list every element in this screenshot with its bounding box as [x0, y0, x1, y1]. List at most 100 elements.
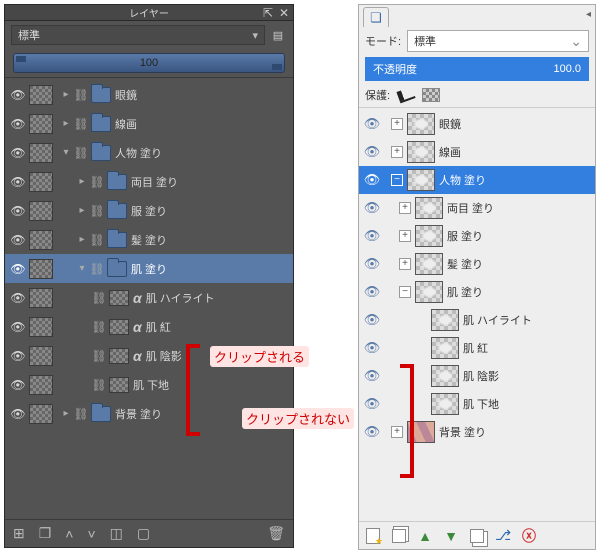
new-layer-icon[interactable]: ⊞ — [13, 525, 25, 542]
panel-footer: ▲ ▼ ⎇ ⓧ — [359, 521, 595, 549]
lock-icon[interactable]: ⛓ — [75, 88, 87, 102]
expand-icon[interactable]: ▾ — [61, 147, 71, 158]
layers-tab-icon[interactable]: ❏ — [363, 7, 389, 27]
visibility-icon[interactable]: 👁 — [363, 172, 381, 188]
layer-row[interactable]: 👁 ▾ ⛓ 肌 塗り — [5, 254, 293, 283]
pin-icon[interactable]: ⇱ — [261, 6, 275, 20]
lock-icon[interactable]: ⛓ — [91, 175, 103, 189]
layer-label: 眼鏡 — [439, 116, 461, 132]
lock-icon[interactable]: ⛓ — [91, 233, 103, 247]
blend-mode-select[interactable]: 標準 — [11, 25, 265, 45]
layer-row[interactable]: 👁−人物 塗り — [359, 166, 595, 194]
visibility-icon[interactable]: 👁 — [363, 284, 381, 300]
layer-row[interactable]: 👁▸⛓服 塗り — [5, 196, 293, 225]
visibility-icon[interactable]: 👁 — [11, 291, 25, 305]
blend-mode-select[interactable]: 標準 — [407, 30, 589, 52]
new-group-icon[interactable]: ❐ — [39, 525, 52, 542]
layer-row[interactable]: 👁▸⛓線画 — [5, 109, 293, 138]
expand-icon[interactable]: + — [399, 258, 411, 270]
visibility-icon[interactable]: 👁 — [11, 233, 25, 247]
move-down-icon[interactable]: ˅ — [87, 526, 95, 542]
expand-icon[interactable]: + — [399, 230, 411, 242]
layer-row[interactable]: 👁⛓α肌 ハイライト — [5, 283, 293, 312]
layer-row[interactable]: 👁+線画 — [359, 138, 595, 166]
visibility-icon[interactable]: 👁 — [11, 204, 25, 218]
move-up-icon[interactable]: ˄ — [65, 526, 73, 542]
layer-row[interactable]: 👁肌 紅 — [359, 334, 595, 362]
expand-icon[interactable]: ▾ — [77, 263, 87, 274]
layer-label: 肌 塗り — [131, 261, 167, 277]
layer-row[interactable]: 👁▾⛓人物 塗り — [5, 138, 293, 167]
visibility-icon[interactable]: 👁 — [363, 116, 381, 132]
duplicate-layer-icon[interactable] — [469, 528, 485, 544]
anchor-layer-icon[interactable]: ⎇ — [495, 528, 511, 544]
lock-icon[interactable]: ⛓ — [91, 204, 103, 218]
blend-mode-value: 標準 — [18, 27, 40, 43]
opacity-slider[interactable]: 100 — [13, 53, 285, 73]
expand-icon[interactable]: + — [391, 118, 403, 130]
visibility-icon[interactable]: 👁 — [11, 320, 25, 334]
visibility-icon[interactable]: 👁 — [11, 175, 25, 189]
panel-titlebar[interactable]: レイヤー ⇱ ✕ — [5, 5, 293, 21]
move-down-icon[interactable]: ▼ — [443, 528, 459, 544]
layer-row[interactable]: 👁+服 塗り — [359, 222, 595, 250]
lock-icon[interactable]: ⛓ — [75, 407, 87, 421]
expand-icon[interactable]: + — [399, 202, 411, 214]
layer-row[interactable]: 👁 肌 ハイライト — [359, 306, 595, 334]
visibility-icon[interactable]: 👁 — [363, 200, 381, 216]
options-icon[interactable]: ▤ — [269, 26, 287, 44]
lock-alpha-icon[interactable] — [422, 88, 440, 102]
layer-thumbnail — [29, 317, 53, 337]
expand-icon[interactable]: − — [399, 286, 411, 298]
expand-icon[interactable]: ▸ — [61, 89, 71, 100]
visibility-icon[interactable]: 👁 — [11, 117, 25, 131]
layer-tree[interactable]: 👁▸⛓眼鏡👁▸⛓線画👁▾⛓人物 塗り👁▸⛓両目 塗り👁▸⛓服 塗り👁▸⛓髪 塗り… — [5, 77, 293, 519]
layer-row[interactable]: 👁 + 眼鏡 — [359, 110, 595, 138]
panel-menu-icon[interactable]: ◂ — [586, 9, 591, 20]
visibility-icon[interactable]: 👁 — [11, 146, 25, 160]
layer-row[interactable]: 👁▸⛓両目 塗り — [5, 167, 293, 196]
opacity-slider[interactable]: 不透明度 100.0 — [365, 57, 589, 81]
visibility-icon[interactable]: 👁 — [363, 312, 381, 328]
lock-icon[interactable]: ⛓ — [91, 262, 103, 276]
expand-icon[interactable]: ▸ — [61, 408, 71, 419]
new-group-icon[interactable] — [391, 528, 407, 544]
lock-icon[interactable]: ⛓ — [93, 378, 105, 392]
expand-icon[interactable]: + — [391, 146, 403, 158]
expand-icon[interactable]: ▸ — [77, 205, 87, 216]
lock-icon[interactable]: ⛓ — [93, 291, 105, 305]
visibility-icon[interactable]: 👁 — [363, 144, 381, 160]
visibility-icon[interactable]: 👁 — [11, 378, 25, 392]
layer-row[interactable]: 👁+髪 塗り — [359, 250, 595, 278]
visibility-icon[interactable]: 👁 — [11, 349, 25, 363]
lock-icon[interactable]: ⛓ — [93, 349, 105, 363]
layer-row[interactable]: 👁⛓α肌 紅 — [5, 312, 293, 341]
expand-icon[interactable]: ▸ — [77, 176, 87, 187]
expand-icon[interactable]: − — [391, 174, 403, 186]
expand-icon[interactable]: ▸ — [61, 118, 71, 129]
move-up-icon[interactable]: ▲ — [417, 528, 433, 544]
lock-icon[interactable]: ⛓ — [75, 146, 87, 160]
delete-layer-icon[interactable]: 🗑 — [267, 525, 285, 542]
delete-layer-icon[interactable]: ⓧ — [521, 528, 537, 544]
layer-row[interactable]: 👁▸⛓眼鏡 — [5, 80, 293, 109]
expand-icon[interactable]: ▸ — [77, 234, 87, 245]
layer-row[interactable]: 👁+両目 塗り — [359, 194, 595, 222]
new-layer-icon[interactable] — [365, 528, 381, 544]
layer-label: 肌 ハイライト — [463, 312, 532, 328]
close-icon[interactable]: ✕ — [277, 6, 291, 20]
layer-row[interactable]: 👁−肌 塗り — [359, 278, 595, 306]
mask-icon[interactable]: ▢ — [137, 525, 150, 542]
clip-icon[interactable]: ◫ — [110, 525, 123, 542]
lock-icon[interactable]: ⛓ — [93, 320, 105, 334]
visibility-icon[interactable]: 👁 — [11, 262, 25, 276]
lock-icon[interactable]: ⛓ — [75, 117, 87, 131]
panel-title: レイヤー — [129, 5, 169, 20]
layer-row[interactable]: 👁▸⛓髪 塗り — [5, 225, 293, 254]
visibility-icon[interactable]: 👁 — [363, 228, 381, 244]
lock-pixels-icon[interactable] — [396, 87, 415, 104]
visibility-icon[interactable]: 👁 — [363, 256, 381, 272]
visibility-icon[interactable]: 👁 — [11, 407, 25, 421]
visibility-icon[interactable]: 👁 — [363, 340, 381, 356]
visibility-icon[interactable]: 👁 — [11, 88, 25, 102]
